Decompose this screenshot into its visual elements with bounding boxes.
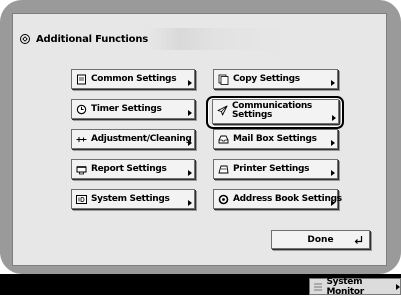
return-icon xyxy=(354,236,363,244)
chevron-right-icon xyxy=(188,80,192,86)
chevron-right-icon xyxy=(188,170,192,176)
page-title: Additional Functions xyxy=(36,33,148,45)
done-label: Done xyxy=(307,234,334,245)
report-settings-label: Report Settings xyxy=(91,163,167,174)
chevron-right-icon xyxy=(188,140,192,146)
touch-screen: Additional Functions Common Settings Tim… xyxy=(12,13,387,266)
chevron-right-icon xyxy=(331,170,335,176)
chevron-right-icon xyxy=(396,283,400,290)
copy-settings-button[interactable]: Copy Settings xyxy=(213,69,338,89)
copy-icon xyxy=(218,74,229,85)
chevron-right-icon xyxy=(331,140,335,146)
adjustment-icon xyxy=(76,134,87,145)
copy-settings-label: Copy Settings xyxy=(233,73,300,84)
selection-highlight-ring xyxy=(206,96,344,129)
chevron-right-icon xyxy=(331,200,335,206)
printer-icon xyxy=(218,164,229,175)
monitor-icon xyxy=(314,282,323,291)
address-book-icon xyxy=(218,194,229,205)
chevron-right-icon xyxy=(188,200,192,206)
adjustment-cleaning-label: Adjustment/Cleaning xyxy=(91,133,192,144)
timer-settings-button[interactable]: Timer Settings xyxy=(71,99,195,119)
address-book-settings-button[interactable]: Address Book Settings xyxy=(213,189,342,209)
chevron-right-icon xyxy=(331,80,335,86)
document-icon xyxy=(76,74,87,85)
system-monitor-label: System Monitor xyxy=(326,276,364,297)
additional-functions-icon xyxy=(20,34,30,44)
mail-box-settings-label: Mail Box Settings xyxy=(233,133,317,144)
printer-settings-button[interactable]: Printer Settings xyxy=(213,159,338,179)
chevron-right-icon xyxy=(188,110,192,116)
timer-settings-label: Timer Settings xyxy=(91,103,162,114)
clock-icon xyxy=(76,104,87,115)
screen-header: Additional Functions xyxy=(13,30,313,48)
mail-box-icon xyxy=(218,134,229,145)
system-monitor-button[interactable]: System Monitor xyxy=(309,276,401,297)
adjustment-cleaning-button[interactable]: Adjustment/Cleaning xyxy=(71,129,195,149)
printer-settings-label: Printer Settings xyxy=(233,163,310,174)
system-settings-button[interactable]: System Settings xyxy=(71,189,195,209)
system-settings-label: System Settings xyxy=(91,193,170,204)
common-settings-button[interactable]: Common Settings xyxy=(71,69,195,89)
common-settings-label: Common Settings xyxy=(91,73,177,84)
id-badge-icon xyxy=(76,194,87,205)
mail-box-settings-button[interactable]: Mail Box Settings xyxy=(213,129,338,149)
address-book-settings-label: Address Book Settings xyxy=(233,193,342,204)
report-settings-button[interactable]: Report Settings xyxy=(71,159,195,179)
printer-tray-icon xyxy=(76,164,87,175)
done-button[interactable]: Done xyxy=(271,230,370,249)
